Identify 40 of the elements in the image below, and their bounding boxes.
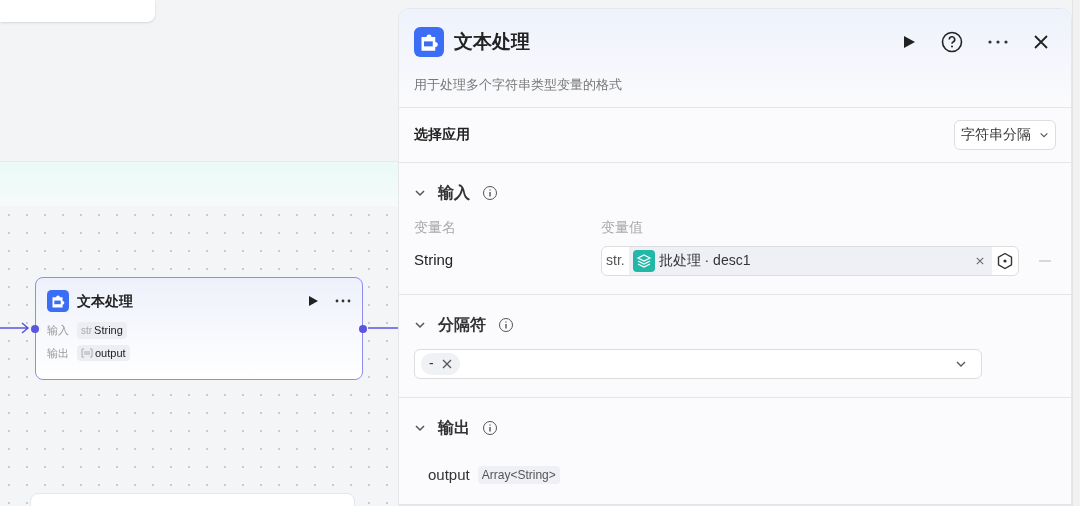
node-card[interactable]: 文本处理 输入 str String 输出 output [35, 277, 363, 380]
type-tag: Array<String> [477, 465, 560, 484]
section-title: 输出 [438, 417, 470, 438]
column-header: 变量值 [601, 217, 643, 237]
close-icon[interactable] [1033, 34, 1049, 50]
node-icon [414, 27, 444, 57]
connector-arrow [0, 322, 30, 334]
column-header: 变量名 [414, 217, 457, 237]
more-icon[interactable] [335, 299, 351, 303]
more-icon[interactable] [988, 40, 1008, 44]
node-icon [47, 290, 69, 312]
section-title: 输入 [438, 182, 470, 203]
output-name: output [428, 464, 470, 485]
variable-icon[interactable] [996, 251, 1014, 270]
port-label: 输出 [47, 345, 69, 361]
play-icon[interactable] [902, 35, 916, 49]
section-title: 分隔符 [438, 314, 486, 335]
variable-name: String [414, 250, 455, 271]
help-icon[interactable] [941, 31, 963, 53]
port-tag: str String [77, 322, 127, 339]
info-icon[interactable] [482, 419, 498, 436]
app-select[interactable]: 字符串分隔 [954, 119, 1056, 150]
separator-select[interactable]: - [414, 348, 982, 379]
separator-tag[interactable]: - [421, 352, 460, 375]
type-label: str. [606, 251, 626, 270]
close-icon[interactable] [441, 358, 452, 369]
array-icon [81, 347, 93, 358]
connector-line [368, 326, 398, 330]
panel-description: 用于处理多个字符串类型变量的格式 [414, 76, 623, 94]
variable-reference: 批处理 · desc1 [658, 251, 751, 270]
port-tag: output [77, 344, 130, 361]
app-select-label: 选择应用 [414, 125, 470, 144]
variable-value-field[interactable]: str. 批处理 · desc1 [601, 245, 1019, 276]
play-icon[interactable] [307, 295, 319, 307]
info-icon[interactable] [482, 184, 498, 201]
panel-title: 文本处理 [454, 29, 530, 54]
node-title: 文本处理 [77, 291, 133, 311]
port-label: 输入 [47, 323, 69, 338]
info-icon[interactable] [498, 316, 514, 333]
layers-icon [632, 249, 655, 272]
